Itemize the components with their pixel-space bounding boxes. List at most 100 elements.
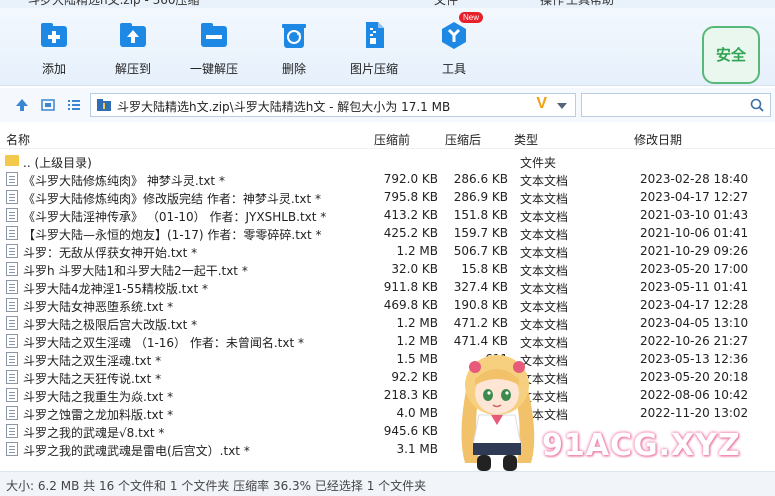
file-row[interactable]: 斗罗之蚀雷之龙加料版.txt * 4.0 MB 文本文档 2022-11-20 … [0, 404, 775, 422]
column-date[interactable]: 修改日期 [634, 131, 682, 148]
file-size: 1.2 MB [396, 316, 438, 330]
file-type: 文本文档 [520, 264, 569, 278]
file-name: 斗罗大陆之天狂传说.txt * [23, 372, 162, 386]
security-shield-badge[interactable]: 安全 [702, 26, 760, 84]
column-name[interactable]: 名称 [6, 131, 30, 148]
file-type: 文本文档 [520, 192, 569, 206]
text-file-icon [6, 352, 18, 366]
file-name: 《斗罗大陆修炼纯肉》修改版完结 作者：神梦斗灵.txt * [23, 192, 321, 206]
watermark-logo: 91ACG.XYZ [542, 428, 741, 463]
text-file-icon [6, 226, 18, 240]
title-bar: 斗罗大陆精选h文.zip - 360压缩 文件 操作 工具 帮助 [0, 0, 775, 8]
vip-v-icon[interactable]: V [536, 95, 547, 113]
file-list: .. (上级目录) 文件夹 《斗罗大陆修炼纯肉》 神梦斗灵.txt * 792.… [0, 150, 775, 460]
chevron-down-icon[interactable] [557, 103, 567, 109]
file-row[interactable]: 斗罗大陆之极限后宫大改版.txt * 1.2 MB 471.2 KB 文本文档 … [0, 314, 775, 332]
file-date: 2021-10-29 09:26 [640, 244, 749, 258]
file-date: 2023-05-11 01:41 [640, 280, 749, 294]
column-header: 名称 压缩前 压缩后 类型 修改日期 [0, 127, 775, 149]
parent-folder-row[interactable]: .. (上级目录) 文件夹 [0, 152, 775, 170]
delete-button[interactable]: 删除 [262, 20, 326, 84]
file-date: 2023-04-05 13:10 [640, 316, 749, 330]
file-date: 2022-08-06 10:42 [640, 388, 749, 402]
file-date: 2023-05-20 17:00 [640, 262, 749, 276]
menu-file[interactable]: 文件 [434, 0, 458, 8]
add-label: 添加 [41, 62, 66, 76]
extract-to-button[interactable]: 解压到 [101, 20, 165, 84]
text-file-icon [6, 208, 18, 222]
file-row[interactable]: 《斗罗大陆修炼纯肉》修改版完结 作者：神梦斗灵.txt * 795.8 KB 2… [0, 188, 775, 206]
file-type: 文本文档 [520, 174, 569, 188]
text-file-icon [6, 280, 18, 294]
column-packed[interactable]: 压缩后 [445, 131, 481, 148]
status-bar: 大小: 6.2 MB 共 16 个文件和 1 个文件夹 压缩率 36.3% 已经… [0, 471, 775, 496]
file-name: 斗罗大陆4龙神淫1-55精校版.txt * [23, 282, 209, 296]
file-size: 1.2 MB [396, 334, 438, 348]
file-row[interactable]: 斗罗h 斗罗大陆1和斗罗大陆2一起干.txt * 32.0 KB 15.8 KB… [0, 260, 775, 278]
file-packed-size: 159.7 KB [453, 226, 508, 240]
file-name: 《斗罗大陆修炼纯肉》 神梦斗灵.txt * [23, 174, 225, 188]
file-size: 425.2 KB [383, 226, 438, 240]
file-name: 斗罗大陆之极限后宫大改版.txt * [23, 318, 198, 332]
file-row[interactable]: 斗罗大陆之天狂传说.txt * 92.2 KB 文本文档 2023-05-20 … [0, 368, 775, 386]
up-arrow-icon[interactable] [14, 97, 30, 113]
status-text: 大小: 6.2 MB 共 16 个文件和 1 个文件夹 压缩率 36.3% 已经… [6, 479, 427, 493]
menu-help[interactable]: 帮助 [590, 0, 614, 8]
text-file-icon [6, 424, 18, 438]
file-row[interactable]: 斗罗大陆4龙神淫1-55精校版.txt * 911.8 KB 327.4 KB … [0, 278, 775, 296]
search-icon[interactable] [750, 98, 764, 112]
file-packed-size: 151.8 KB [453, 208, 508, 222]
view-thumbnail-icon[interactable] [40, 97, 56, 113]
file-row[interactable]: 斗罗：无敌从俘获女神开始.txt * 1.2 MB 506.7 KB 文本文档 … [0, 242, 775, 260]
file-row[interactable]: 斗罗大陆女神恶堕系统.txt * 469.8 KB 190.8 KB 文本文档 … [0, 296, 775, 314]
file-date: 2022-11-20 13:02 [640, 406, 749, 420]
file-packed-size: 327.4 KB [453, 280, 508, 294]
file-date: 2023-02-28 18:40 [640, 172, 749, 186]
file-type: 文本文档 [520, 318, 569, 332]
file-packed-size: 190.8 KB [453, 298, 508, 312]
file-name: 斗罗大陆之双生淫魂 （1-16） 作者：未曾闻名.txt * [23, 336, 305, 350]
file-row[interactable]: 斗罗大陆之双生淫魂.txt * 1.5 MB 611 文本文档 2023-05-… [0, 350, 775, 368]
text-file-icon [6, 190, 18, 204]
file-name: 斗罗之我的武魂是√8.txt * [23, 426, 165, 440]
image-compress-label: 图片压缩 [349, 62, 398, 76]
archive-folder-icon [97, 99, 111, 111]
menu-operate[interactable]: 操作 [540, 0, 564, 8]
text-file-icon [6, 316, 18, 330]
file-date: 2021-10-06 01:41 [640, 226, 749, 240]
text-file-icon [6, 172, 18, 186]
file-row[interactable]: 【斗罗大陆—永恒的炮友】(1-17) 作者：零零碎碎.txt * 425.2 K… [0, 224, 775, 242]
column-size[interactable]: 压缩前 [374, 131, 410, 148]
search-input[interactable] [581, 93, 771, 117]
file-size: 911.8 KB [383, 280, 438, 294]
view-list-icon[interactable] [66, 97, 82, 113]
file-row[interactable]: 斗罗大陆之双生淫魂 （1-16） 作者：未曾闻名.txt * 1.2 MB 47… [0, 332, 775, 350]
menu-tools[interactable]: 工具 [566, 0, 590, 8]
address-field[interactable]: 斗罗大陆精选h文.zip\斗罗大陆精选h文 - 解包大小为 17.1 MB V [90, 93, 576, 117]
text-file-icon [6, 262, 18, 276]
file-name: 《斗罗大陆淫神传承》 （01-10） 作者：JYXSHLB.txt * [23, 210, 327, 224]
file-row[interactable]: 《斗罗大陆修炼纯肉》 神梦斗灵.txt * 792.0 KB 286.6 KB … [0, 170, 775, 188]
text-file-icon [6, 298, 18, 312]
toolbar: 添加 解压到 一键解压 删除 图片压缩 New 工具 安全 [0, 8, 775, 86]
file-packed-size: 286.6 KB [453, 172, 508, 186]
file-size: 945.6 KB [383, 424, 438, 438]
file-row[interactable]: 斗罗大陆之我重生为焱.txt * 218.3 KB 文本文档 2022-08-0… [0, 386, 775, 404]
one-click-extract-icon [199, 20, 229, 50]
add-button[interactable]: 添加 [22, 20, 86, 84]
tools-button[interactable]: New 工具 [422, 12, 486, 84]
image-compress-button[interactable]: 图片压缩 [342, 20, 406, 84]
add-icon [39, 20, 69, 50]
file-row[interactable]: 《斗罗大陆淫神传承》 （01-10） 作者：JYXSHLB.txt * 413.… [0, 206, 775, 224]
column-type[interactable]: 类型 [514, 131, 538, 148]
file-size: 795.8 KB [383, 190, 438, 204]
address-path: 斗罗大陆精选h文.zip\斗罗大陆精选h文 - 解包大小为 17.1 MB [117, 100, 451, 114]
tools-label: 工具 [441, 62, 466, 76]
one-click-extract-button[interactable]: 一键解压 [182, 20, 246, 84]
text-file-icon [6, 370, 18, 384]
file-name: .. (上级目录) [23, 156, 92, 170]
file-date: 2023-05-20 20:18 [640, 370, 749, 384]
file-type: 文本文档 [520, 210, 569, 224]
file-type: 文本文档 [520, 300, 569, 314]
file-size: 469.8 KB [383, 298, 438, 312]
